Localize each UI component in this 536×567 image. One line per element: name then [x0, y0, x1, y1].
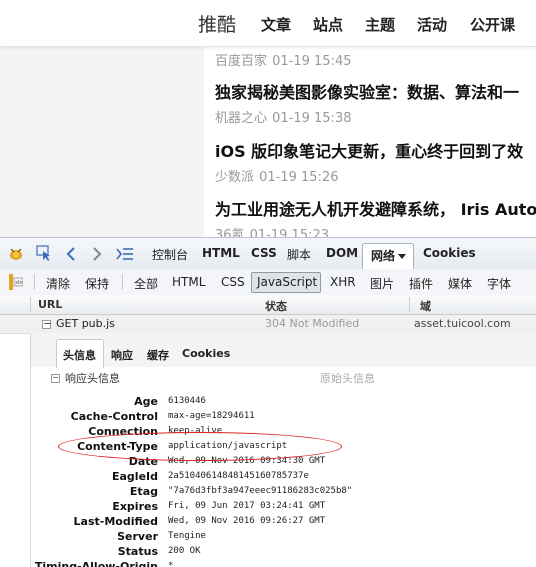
header-key: Age — [134, 395, 158, 408]
article-source[interactable]: 少数派 — [215, 170, 254, 185]
tab-response[interactable]: 响应 — [111, 347, 133, 363]
tab-network-label: 网络 — [371, 249, 396, 263]
header-value: 6130446 — [168, 396, 206, 406]
filter-all[interactable]: 全部 — [134, 275, 158, 292]
tab-headers[interactable]: 头信息 — [63, 347, 96, 363]
request-status: 304 Not Modified — [265, 317, 360, 330]
panel-list-icon[interactable] — [116, 246, 134, 265]
inspect-icon[interactable] — [36, 245, 52, 265]
header-key: Cache-Control — [70, 410, 158, 423]
top-nav-bar: 推酷 文章 站点 主题 活动 公开课 — [0, 0, 536, 47]
header-key: Server — [117, 530, 158, 543]
filter-html[interactable]: HTML — [172, 275, 205, 289]
nav-events[interactable]: 活动 — [417, 14, 447, 35]
filter-images[interactable]: 图片 — [370, 275, 394, 292]
header-value: * — [168, 561, 174, 567]
header-key: Date — [128, 455, 158, 468]
column-divider — [409, 297, 410, 312]
svg-text:xhr: xhr — [15, 280, 23, 286]
article-source[interactable]: 机器之心 — [215, 111, 267, 126]
article-time: 01-19 15:38 — [272, 111, 352, 126]
column-domain[interactable]: 域 — [420, 298, 431, 314]
response-headers-title[interactable]: 响应头信息 — [65, 370, 120, 386]
header-key: Status — [117, 545, 158, 558]
header-value: Tengine — [168, 531, 206, 541]
article-title[interactable]: iOS 版印象笔记大更新，重心终于回到了效 — [215, 138, 523, 162]
nav-open-courses[interactable]: 公开课 — [470, 14, 515, 35]
toolbar-divider — [34, 274, 35, 290]
header-key: Content-Type — [77, 440, 158, 453]
dropdown-arrow-icon — [398, 254, 406, 259]
clear-button[interactable]: 清除 — [46, 275, 70, 292]
header-key: EagleId — [111, 470, 158, 483]
header-value: application/javascript — [168, 441, 288, 451]
filter-css[interactable]: CSS — [221, 275, 245, 289]
article-item: 百度百家 01-19 15:45 — [215, 50, 351, 69]
header-value: Wed, 09 Nov 2016 09:26:27 GMT — [168, 516, 326, 526]
request-row[interactable]: − GET pub.js 304 Not Modified asset.tuic… — [0, 315, 536, 334]
left-column — [0, 47, 204, 237]
firebug-panel: 控制台 HTML CSS 脚本 DOM 网络 Cookies xhr 清除 保持… — [0, 237, 536, 567]
nav-topics[interactable]: 主题 — [365, 14, 395, 35]
header-value: 200 OK — [168, 546, 201, 556]
filter-plugins[interactable]: 插件 — [409, 275, 433, 292]
article-source[interactable]: 36氪 — [215, 228, 245, 237]
article-item: iOS 版印象笔记大更新，重心终于回到了效 少数派 01-19 15:26 — [215, 138, 523, 185]
article-time: 01-19 15:45 — [272, 54, 352, 69]
tab-cache[interactable]: 缓存 — [147, 347, 169, 363]
header-value: "7a76d3fbf3a947eeec91186283c025b8" — [168, 486, 353, 496]
header-key: Etag — [129, 485, 158, 498]
tab-console[interactable]: 控制台 — [152, 246, 188, 263]
article-item: 独家揭秘美图影像实验室：数据、算法和一 机器之心 01-19 15:38 — [215, 79, 519, 126]
collapse-icon[interactable]: − — [42, 318, 52, 329]
tab-html[interactable]: HTML — [202, 246, 240, 260]
header-value: 2a51040614848145160785737e — [168, 471, 309, 481]
tab-cookies-detail[interactable]: Cookies — [182, 347, 230, 360]
website-viewport: 推酷 文章 站点 主题 活动 公开课 百度百家 01-19 15:45 独家揭秘… — [0, 0, 536, 237]
filter-media[interactable]: 媒体 — [448, 275, 472, 292]
article-source[interactable]: 百度百家 — [215, 54, 267, 69]
back-arrow-icon[interactable] — [66, 246, 76, 265]
collapse-icon[interactable]: − — [51, 374, 60, 383]
header-value: Wed, 09 Nov 2016 09:34:30 GMT — [168, 456, 326, 466]
nav-articles[interactable]: 文章 — [261, 14, 291, 35]
article-time: 01-19 15:23 — [249, 228, 330, 237]
header-key: Connection — [88, 425, 158, 438]
request-url[interactable]: GET pub.js — [56, 317, 115, 330]
article-title[interactable]: 为工业用途无人机开发避障系统， Iris Auto — [215, 196, 536, 220]
header-value: Fri, 09 Jun 2017 03:24:41 GMT — [168, 501, 326, 511]
tab-cookies[interactable]: Cookies — [423, 246, 476, 260]
toolbar-divider — [122, 274, 123, 290]
header-value: keep-alive — [168, 426, 223, 436]
column-divider — [30, 297, 31, 312]
header-value: max-age=18294611 — [168, 411, 255, 421]
article-item: 为工业用途无人机开发避障系统， Iris Auto 36氪 01-19 15:2… — [215, 196, 536, 237]
column-url[interactable]: URL — [38, 298, 62, 311]
firebug-icon[interactable] — [8, 246, 24, 265]
header-key: Last-Modified — [73, 515, 158, 528]
column-status[interactable]: 状态 — [265, 298, 287, 314]
article-title[interactable]: 独家揭秘美图影像实验室：数据、算法和一 — [215, 79, 519, 103]
site-logo[interactable]: 推酷 — [198, 10, 236, 37]
tab-network[interactable]: 网络 — [362, 243, 414, 269]
filter-xhr[interactable]: XHR — [330, 275, 356, 289]
xhr-icon[interactable]: xhr — [9, 274, 24, 294]
article-time: 01-19 15:26 — [259, 170, 339, 185]
request-table-header: URL 状态 域 — [0, 295, 536, 315]
persist-button[interactable]: 保持 — [85, 275, 109, 292]
main-toolbar: 控制台 HTML CSS 脚本 DOM 网络 Cookies — [0, 238, 536, 270]
network-filter-toolbar: xhr 清除 保持 全部 HTML CSS JavaScript XHR 图片 … — [0, 269, 536, 296]
request-domain: asset.tuicool.com — [414, 317, 511, 330]
raw-headers-link[interactable]: 原始头信息 — [320, 370, 375, 386]
detail-tabs: 头信息 响应 缓存 Cookies — [31, 333, 536, 368]
forward-arrow-icon[interactable] — [92, 246, 102, 265]
tab-css[interactable]: CSS — [251, 246, 277, 260]
nav-sites[interactable]: 站点 — [313, 14, 343, 35]
tab-script[interactable]: 脚本 — [287, 246, 311, 263]
header-key: Expires — [112, 500, 158, 513]
tab-dom[interactable]: DOM — [326, 246, 358, 260]
filter-fonts[interactable]: 字体 — [487, 275, 511, 292]
filter-javascript-label: JavaScript — [257, 275, 318, 289]
